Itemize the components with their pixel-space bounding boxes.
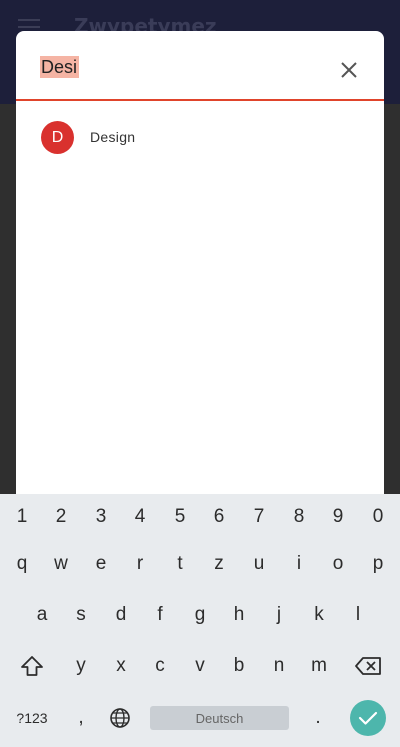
key-k[interactable]: k xyxy=(299,595,339,635)
key-z[interactable]: z xyxy=(199,544,239,584)
keyboard-row-3: y x c v b n m xyxy=(0,646,400,686)
result-item[interactable]: D Design xyxy=(16,118,384,162)
keyboard-row-1: q w e r t z u i o p xyxy=(0,544,400,584)
key-q[interactable]: q xyxy=(2,544,42,584)
key-b[interactable]: b xyxy=(219,646,259,686)
search-input[interactable]: Desi xyxy=(40,56,320,83)
key-v[interactable]: v xyxy=(180,646,220,686)
close-icon[interactable] xyxy=(338,59,360,81)
key-r[interactable]: r xyxy=(120,544,160,584)
key-a[interactable]: a xyxy=(22,595,62,635)
space-key[interactable]: Deutsch xyxy=(150,706,289,730)
key-5[interactable]: 5 xyxy=(160,497,200,537)
shift-icon[interactable] xyxy=(12,646,52,686)
key-w[interactable]: w xyxy=(41,544,81,584)
key-j[interactable]: j xyxy=(259,595,299,635)
key-3[interactable]: 3 xyxy=(81,497,121,537)
key-d[interactable]: d xyxy=(101,595,141,635)
key-7[interactable]: 7 xyxy=(239,497,279,537)
check-icon[interactable] xyxy=(350,700,386,736)
keyboard-row-2: a s d f g h j k l xyxy=(0,595,400,635)
key-t[interactable]: t xyxy=(160,544,200,584)
key-o[interactable]: o xyxy=(318,544,358,584)
keyboard-number-row: 1 2 3 4 5 6 7 8 9 0 xyxy=(0,497,400,537)
keyboard: 1 2 3 4 5 6 7 8 9 0 q w e r t z u i o p … xyxy=(0,494,400,747)
key-8[interactable]: 8 xyxy=(279,497,319,537)
key-s[interactable]: s xyxy=(61,595,101,635)
key-c[interactable]: c xyxy=(140,646,180,686)
keyboard-bottom-row: ?123 , Deutsch . xyxy=(0,695,400,743)
key-9[interactable]: 9 xyxy=(318,497,358,537)
backspace-icon[interactable] xyxy=(348,646,388,686)
key-i[interactable]: i xyxy=(279,544,319,584)
symbols-key[interactable]: ?123 xyxy=(12,695,52,741)
key-4[interactable]: 4 xyxy=(120,497,160,537)
key-2[interactable]: 2 xyxy=(41,497,81,537)
key-1[interactable]: 1 xyxy=(2,497,42,537)
avatar: D xyxy=(41,121,74,154)
key-f[interactable]: f xyxy=(140,595,180,635)
key-g[interactable]: g xyxy=(180,595,220,635)
search-row: Desi xyxy=(16,31,384,101)
key-x[interactable]: x xyxy=(101,646,141,686)
key-p[interactable]: p xyxy=(358,544,398,584)
key-6[interactable]: 6 xyxy=(199,497,239,537)
key-comma[interactable]: , xyxy=(61,695,101,741)
key-m[interactable]: m xyxy=(299,646,339,686)
key-l[interactable]: l xyxy=(338,595,378,635)
globe-icon[interactable] xyxy=(100,695,140,741)
result-label: Design xyxy=(90,129,136,145)
key-n[interactable]: n xyxy=(259,646,299,686)
key-period[interactable]: . xyxy=(298,695,338,741)
search-dialog: Desi D Design xyxy=(16,31,384,531)
key-u[interactable]: u xyxy=(239,544,279,584)
key-y[interactable]: y xyxy=(61,646,101,686)
key-0[interactable]: 0 xyxy=(358,497,398,537)
key-h[interactable]: h xyxy=(219,595,259,635)
key-e[interactable]: e xyxy=(81,544,121,584)
search-query-text: Desi xyxy=(40,56,80,78)
